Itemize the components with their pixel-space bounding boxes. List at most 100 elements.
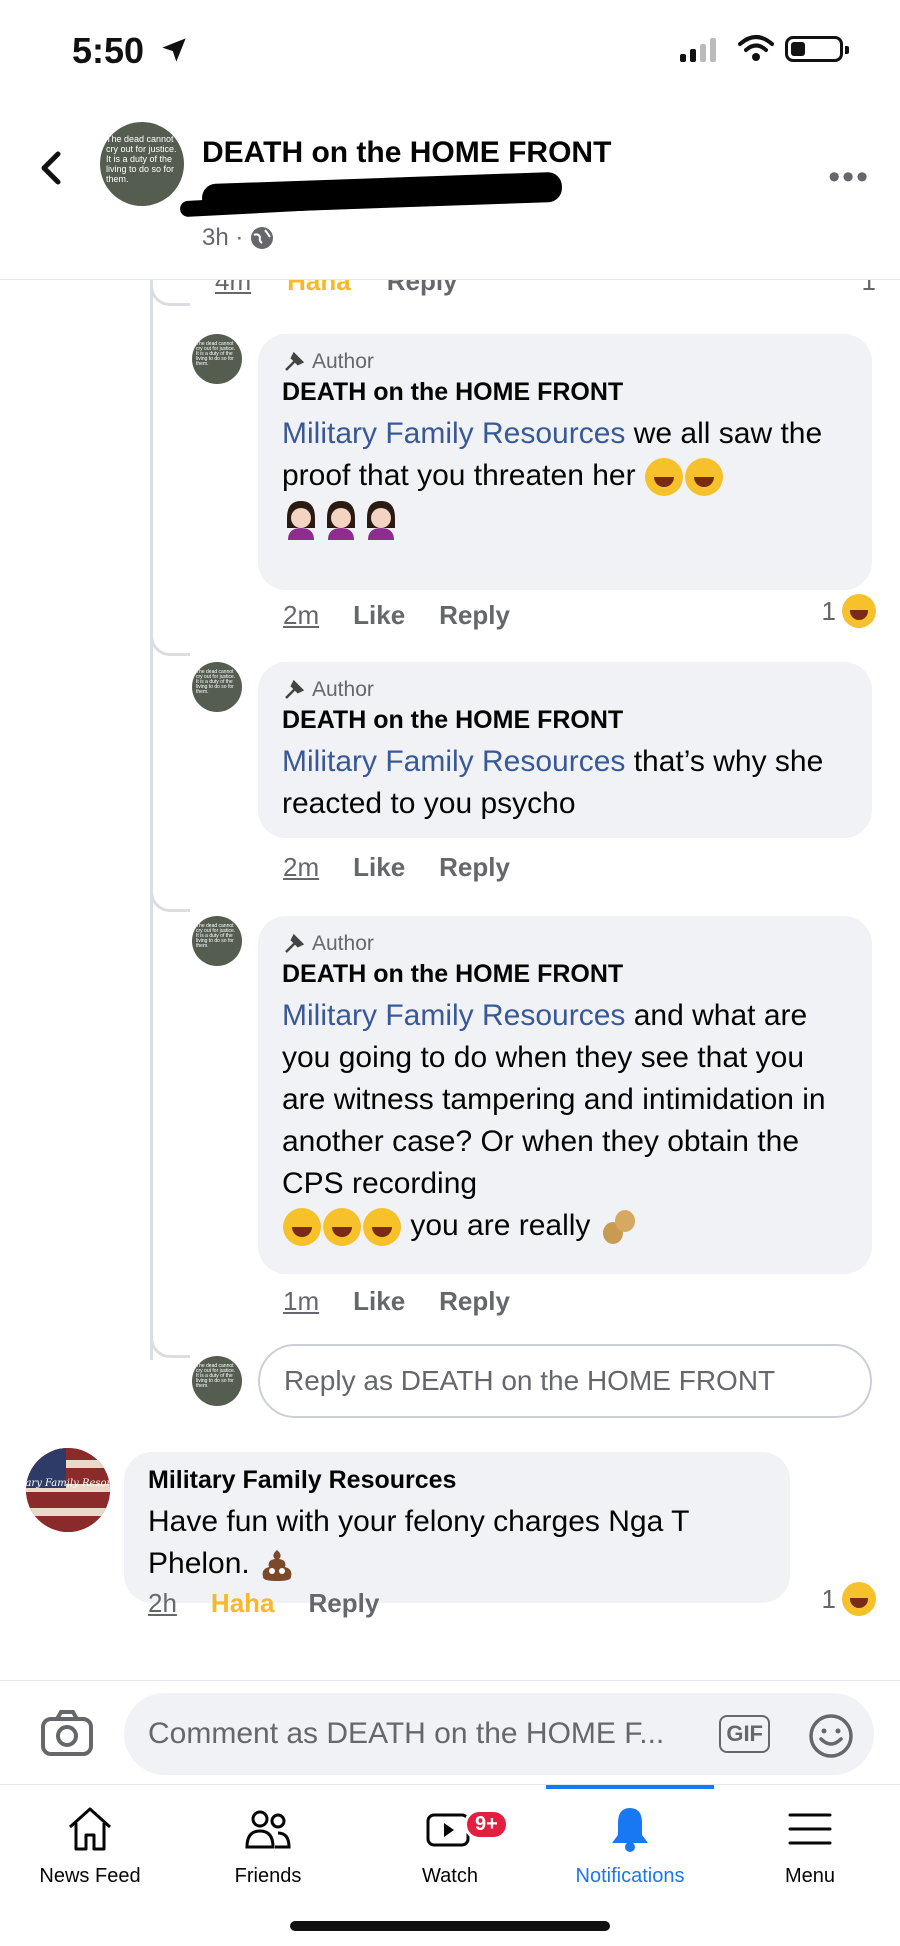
- reaction-count[interactable]: 1: [822, 594, 876, 628]
- comment-author[interactable]: Military Family Resources: [148, 1466, 766, 1495]
- reaction-count-value: 1: [821, 595, 836, 626]
- wifi-icon: [738, 35, 774, 61]
- comment-bubble: Military Family Resources Have fun with …: [124, 1452, 790, 1603]
- notification-badge: 9+: [464, 1809, 509, 1840]
- replier-avatar: The dead cannot cry out for justice. It …: [192, 1356, 242, 1406]
- tab-notifications[interactable]: Notifications: [540, 1803, 720, 1888]
- author-badge-label: Author: [312, 932, 374, 955]
- comment-time[interactable]: 2m: [283, 600, 319, 631]
- reply-button[interactable]: Reply: [439, 852, 510, 883]
- reply-button[interactable]: Reply: [309, 1588, 380, 1619]
- comment-bubble: Author DEATH on the HOME FRONT Military …: [258, 662, 872, 838]
- avatar-caption: The dead cannot cry out for justice. It …: [106, 134, 177, 184]
- post-header: The dead cannot cry out for justice. It …: [0, 100, 900, 280]
- author-badge-label: Author: [312, 350, 374, 373]
- like-button[interactable]: Like: [353, 1286, 405, 1317]
- camera-icon[interactable]: [40, 1709, 94, 1757]
- tab-label: Friends: [234, 1865, 302, 1887]
- facepalm-woman-emoji-icon: [327, 501, 355, 541]
- comment-text: Military Family Resources we all saw the…: [282, 413, 848, 541]
- status-bar: 5:50: [0, 0, 900, 100]
- poop-emoji-icon: [262, 1550, 292, 1582]
- post-age: 3h ·: [202, 224, 244, 251]
- thread-connector: [150, 630, 190, 656]
- comment-input-placeholder: Comment as DEATH on the HOME F...: [148, 1717, 665, 1750]
- reaction-count-value: 1: [821, 1583, 836, 1614]
- facepalm-woman-emoji-icon: [287, 501, 315, 541]
- reply-input[interactable]: Reply as DEATH on the HOME FRONT: [258, 1344, 872, 1418]
- laughing-crying-emoji-icon: [323, 1208, 361, 1247]
- tab-menu[interactable]: Menu: [720, 1803, 900, 1888]
- laughing-crying-emoji-icon: [363, 1208, 401, 1247]
- tab-label: Watch: [422, 1865, 478, 1887]
- bell-icon: [612, 1808, 648, 1852]
- comment-author[interactable]: DEATH on the HOME FRONT: [282, 378, 848, 407]
- active-tab-indicator: [546, 1785, 714, 1789]
- haha-reaction-icon: [842, 1582, 876, 1616]
- signal-icon: [680, 38, 716, 62]
- more-options-icon[interactable]: •••: [828, 158, 870, 197]
- comment-time[interactable]: 2m: [283, 852, 319, 883]
- status-time: 5:50: [72, 30, 145, 71]
- like-button[interactable]: Like: [353, 852, 405, 883]
- peanut-emoji-icon: [602, 1210, 635, 1245]
- microphone-icon: [285, 351, 305, 371]
- tab-watch[interactable]: 9+ Watch: [360, 1803, 540, 1888]
- comment-time[interactable]: 1m: [283, 1286, 319, 1317]
- thread-connector: [150, 280, 190, 306]
- page-title[interactable]: DEATH on the HOME FRONT: [202, 136, 611, 170]
- comment-body: Have fun with your felony charges Nga T …: [148, 1505, 689, 1580]
- avatar-caption: Military Family Resources: [26, 1478, 110, 1489]
- comment-text: Military Family Resources that’s why she…: [282, 741, 848, 825]
- comment-author[interactable]: DEATH on the HOME FRONT: [282, 960, 848, 989]
- comment-time[interactable]: 2h: [148, 1588, 177, 1619]
- emoji-smile-icon[interactable]: [808, 1713, 854, 1759]
- back-chevron-icon[interactable]: [34, 148, 70, 188]
- comment-thread: 4m Haha Reply 1 The dead cannot cry out …: [0, 266, 900, 1680]
- menu-icon: [788, 1813, 832, 1845]
- bottom-tab-bar: News Feed Friends 9+ Watch Notifications…: [0, 1784, 900, 1946]
- friends-icon: [245, 1810, 291, 1849]
- comment-actions: 2h Haha Reply: [148, 1588, 379, 1619]
- tab-label: Notifications: [575, 1865, 685, 1887]
- thread-connector: [150, 886, 190, 912]
- comment-text: Have fun with your felony charges Nga T …: [148, 1501, 766, 1585]
- globe-icon: [251, 227, 274, 249]
- location-arrow-icon: [162, 38, 186, 62]
- facepalm-woman-emoji-icon: [367, 501, 395, 541]
- page-avatar[interactable]: The dead cannot cry out for justice. It …: [100, 122, 184, 206]
- comment-actions: 2m Like Reply: [283, 852, 510, 883]
- home-indicator: [290, 1921, 610, 1931]
- comment-actions: 2m Like Reply: [283, 600, 510, 631]
- commenter-avatar[interactable]: The dead cannot cry out for justice. It …: [192, 916, 242, 966]
- tab-friends[interactable]: Friends: [178, 1803, 358, 1888]
- mention-link[interactable]: Military Family Resources: [282, 745, 625, 778]
- microphone-icon: [285, 679, 305, 699]
- commenter-avatar[interactable]: The dead cannot cry out for justice. It …: [192, 662, 242, 712]
- flag-avatar-icon: Military Family Resources: [26, 1448, 110, 1532]
- gif-button[interactable]: GIF: [719, 1715, 770, 1753]
- author-badge: Author: [282, 350, 848, 374]
- commenter-avatar[interactable]: The dead cannot cry out for justice. It …: [192, 334, 242, 384]
- mention-link[interactable]: Military Family Resources: [282, 417, 625, 450]
- tab-news-feed[interactable]: News Feed: [0, 1803, 180, 1888]
- haha-button[interactable]: Haha: [211, 1588, 275, 1619]
- mention-link[interactable]: Military Family Resources: [282, 999, 625, 1032]
- like-button[interactable]: Like: [353, 600, 405, 631]
- author-badge-label: Author: [312, 678, 374, 701]
- comment-input[interactable]: Comment as DEATH on the HOME F... GIF: [124, 1693, 874, 1775]
- comment-composer: Comment as DEATH on the HOME F... GIF: [0, 1680, 900, 1784]
- author-badge: Author: [282, 932, 848, 956]
- comment-bubble: Author DEATH on the HOME FRONT Military …: [258, 334, 872, 590]
- reply-button[interactable]: Reply: [439, 1286, 510, 1317]
- laughing-crying-emoji-icon: [283, 1208, 321, 1247]
- home-icon: [68, 1807, 112, 1851]
- mfr-avatar[interactable]: Military Family Resources: [26, 1448, 110, 1532]
- reaction-count[interactable]: 1: [822, 1582, 876, 1616]
- comment-body-end: you are really: [402, 1209, 591, 1242]
- thread-connector: [150, 1332, 190, 1358]
- comment-author[interactable]: DEATH on the HOME FRONT: [282, 706, 848, 735]
- comment-bubble: Author DEATH on the HOME FRONT Military …: [258, 916, 872, 1274]
- tab-label: Menu: [784, 1865, 836, 1887]
- reply-button[interactable]: Reply: [439, 600, 510, 631]
